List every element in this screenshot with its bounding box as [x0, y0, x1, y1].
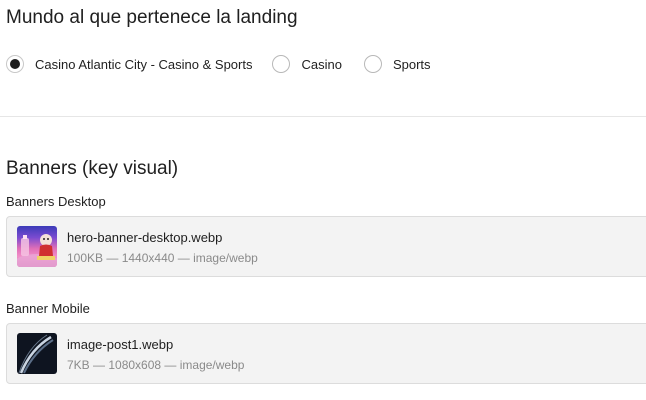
image-thumbnail — [17, 333, 57, 374]
radio-label: Casino — [301, 56, 342, 72]
image-thumbnail — [17, 226, 57, 267]
radio-label: Casino Atlantic City - Casino & Sports — [35, 56, 253, 72]
file-name: image-post1.webp — [67, 337, 174, 352]
radio-option-atlantic-city[interactable]: Casino Atlantic City - Casino & Sports — [6, 55, 252, 73]
world-radio-group: Casino Atlantic City - Casino & Sports C… — [6, 53, 431, 75]
banners-desktop-label: Banners Desktop — [6, 194, 106, 209]
banner-desktop-file[interactable]: hero-banner-desktop.webp 100KB — 1440x44… — [6, 216, 646, 277]
radio-dot — [10, 59, 20, 69]
banner-mobile-file[interactable]: image-post1.webp 7KB — 1080x608 — image/… — [6, 323, 646, 384]
file-meta: 7KB — 1080x608 — image/webp — [67, 358, 245, 372]
section-divider — [0, 116, 646, 117]
banners-section-title: Banners (key visual) — [6, 158, 179, 179]
radio-button[interactable] — [363, 55, 382, 73]
landing-form: Mundo al que pertenece la landing Casino… — [0, 0, 646, 400]
radio-option-sports[interactable]: Sports — [363, 55, 431, 73]
file-name: hero-banner-desktop.webp — [67, 230, 223, 245]
file-meta: 100KB — 1440x440 — image/webp — [67, 251, 258, 265]
radio-button-checked[interactable] — [6, 55, 24, 73]
world-section-title: Mundo al que pertenece la landing — [6, 7, 298, 28]
radio-option-casino[interactable]: Casino — [272, 55, 342, 73]
banner-mobile-label: Banner Mobile — [6, 301, 90, 316]
radio-button[interactable] — [272, 55, 291, 73]
radio-label: Sports — [392, 56, 431, 72]
